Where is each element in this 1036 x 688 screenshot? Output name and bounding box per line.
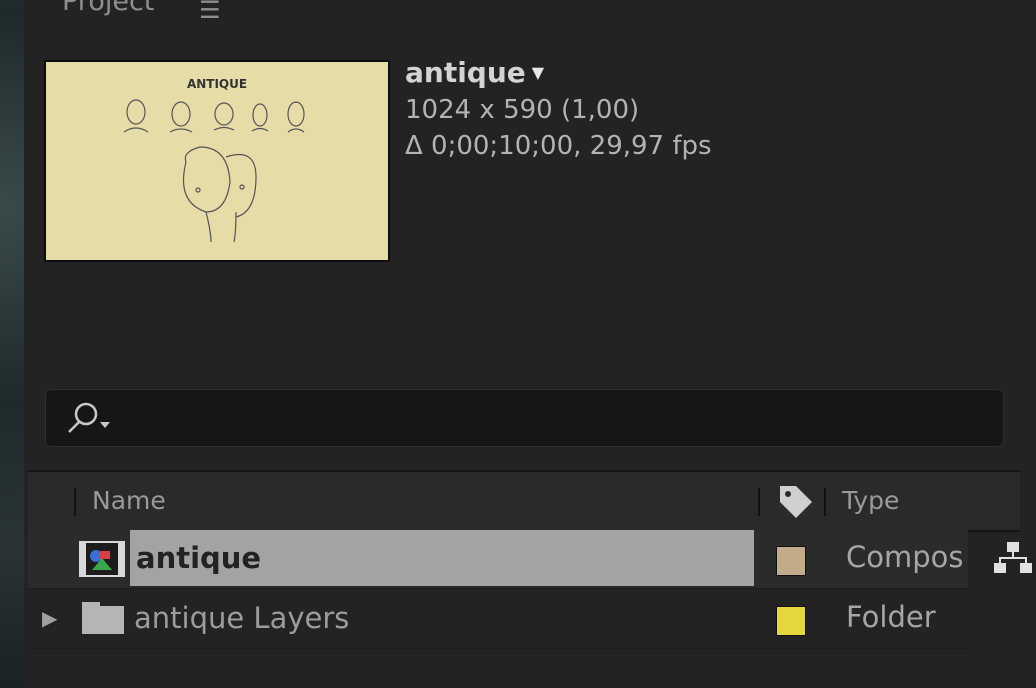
thumbnail-title: ANTIQUE [187, 77, 247, 91]
background-strip [0, 0, 24, 688]
item-type: Folder [846, 600, 936, 634]
panel-tab-project[interactable]: Project [62, 0, 154, 17]
thumbnail-illustration: ANTIQUE [123, 77, 305, 243]
caret-down-icon: ▼ [531, 63, 545, 82]
expand-arrow-icon[interactable]: ▶ [42, 606, 57, 630]
item-type: Compos [846, 540, 964, 574]
flowchart-icon[interactable] [994, 540, 1032, 580]
list-item[interactable]: antique Compos [28, 530, 968, 589]
folder-icon [80, 600, 126, 640]
search-icon[interactable] [64, 400, 120, 440]
composition-duration: Δ 0;00;10;00, 29,97 fps [405, 131, 712, 161]
list-item[interactable]: ▶ antique Layers Folder [28, 590, 968, 649]
composition-thumbnail: ANTIQUE [44, 60, 390, 262]
composition-icon [78, 540, 126, 582]
column-divider[interactable] [758, 488, 760, 516]
column-divider[interactable] [74, 488, 76, 516]
column-divider[interactable] [824, 488, 826, 516]
item-name[interactable]: antique [130, 530, 754, 586]
item-name[interactable]: antique Layers [134, 590, 349, 646]
composition-dimensions: 1024 x 590 (1,00) [405, 95, 640, 125]
label-swatch[interactable] [776, 546, 806, 576]
composition-name: antique [405, 56, 526, 89]
hamburger-menu-icon[interactable]: ☰ [199, 0, 221, 24]
column-header: Name Type [28, 470, 1020, 532]
column-name[interactable]: Name [92, 486, 166, 515]
label-swatch[interactable] [776, 606, 806, 636]
project-panel: Project ☰ ANTIQUE antique ▼ 1024 x 590 (… [24, 0, 1036, 688]
composition-info: antique ▼ 1024 x 590 (1,00) Δ 0;00;10;00… [405, 56, 712, 161]
search-field[interactable] [45, 389, 1004, 447]
composition-name-dropdown[interactable]: antique ▼ [405, 56, 712, 89]
column-type[interactable]: Type [842, 486, 899, 515]
tag-icon[interactable] [776, 482, 816, 526]
